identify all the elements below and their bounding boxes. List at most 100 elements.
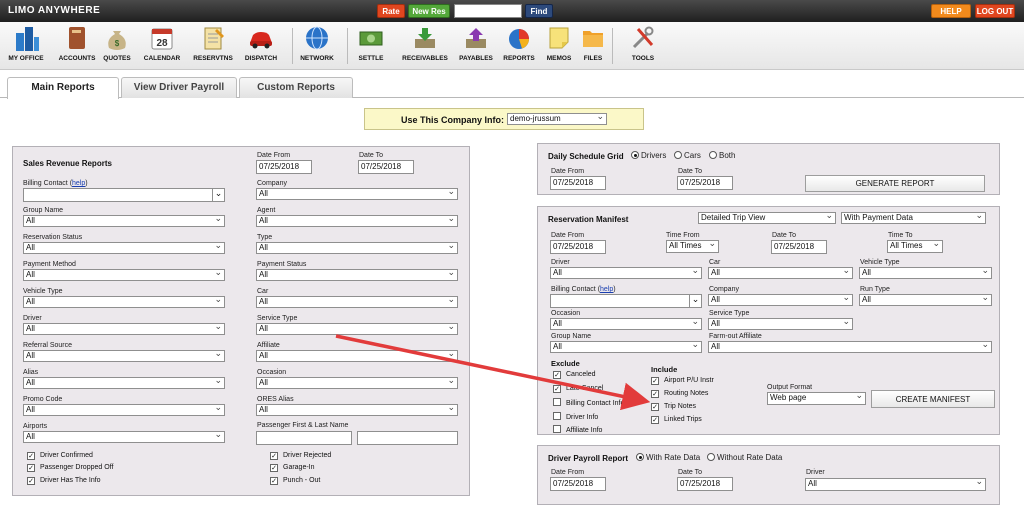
- exclude-checkbox[interactable]: Affiliate Info: [553, 425, 602, 434]
- checkbox-empty-icon[interactable]: [553, 425, 561, 433]
- sales-field-select[interactable]: All: [23, 404, 225, 416]
- quick-search-input[interactable]: [454, 4, 522, 18]
- exclude-checkbox[interactable]: ✓ Late Cancel: [553, 384, 603, 393]
- toolbar-tools-button[interactable]: TOOLS: [627, 25, 659, 67]
- manifest-time-from-select[interactable]: All Times: [666, 240, 719, 253]
- checkbox-checked-icon[interactable]: ✓: [651, 377, 659, 385]
- toolbar-network-button[interactable]: NETWORK: [298, 25, 336, 67]
- checkbox-checked-icon[interactable]: ✓: [651, 403, 659, 411]
- manifest-date-to-input[interactable]: 07/25/2018: [771, 240, 827, 254]
- daily-date-to-input[interactable]: 07/25/2018: [677, 176, 733, 190]
- help-button[interactable]: HELP: [931, 4, 971, 18]
- payroll-radio-with-rate[interactable]: With Rate Data: [636, 453, 700, 462]
- checkbox-checked-icon[interactable]: ✓: [651, 416, 659, 424]
- manifest-service-type-select[interactable]: All: [708, 318, 853, 330]
- logout-button[interactable]: LOG OUT: [975, 4, 1015, 18]
- sales-field-select[interactable]: All: [256, 188, 458, 200]
- sales-billing-contact-combo[interactable]: ⌄: [23, 188, 225, 202]
- toolbar-files-button[interactable]: FILES: [579, 25, 607, 67]
- tab-custom-reports[interactable]: Custom Reports: [239, 77, 353, 98]
- sales-field-select[interactable]: All: [23, 431, 225, 443]
- find-button[interactable]: Find: [525, 4, 553, 18]
- toolbar-payables-button[interactable]: PAYABLES: [455, 25, 497, 67]
- toolbar-calendar-button[interactable]: 28 CALENDAR: [140, 25, 184, 67]
- toolbar-reservtns-button[interactable]: RESERVTNS: [189, 25, 237, 67]
- toolbar-quotes-button[interactable]: $ QUOTES: [101, 25, 133, 67]
- checkbox-checked-icon[interactable]: ✓: [270, 452, 278, 460]
- toolbar-my-office-button[interactable]: MY OFFICE: [4, 25, 48, 67]
- manifest-time-to-select[interactable]: All Times: [887, 240, 943, 253]
- daily-date-from-input[interactable]: 07/25/2018: [550, 176, 606, 190]
- new-res-button[interactable]: New Res: [408, 4, 450, 18]
- sales-field-select[interactable]: All: [256, 269, 458, 281]
- sales-billing-help-link[interactable]: help: [72, 180, 85, 187]
- checkbox-checked-icon[interactable]: ✓: [553, 384, 561, 393]
- passenger-last-name-input[interactable]: [357, 431, 458, 445]
- sales-field-select[interactable]: All: [256, 215, 458, 227]
- sales-status-checkbox[interactable]: ✓ Punch - Out: [270, 477, 320, 485]
- exclude-checkbox[interactable]: ✓ Canceled: [553, 371, 596, 379]
- toolbar-receivables-button[interactable]: RECEIVABLES: [400, 25, 450, 67]
- company-select[interactable]: demo-jrussum: [507, 113, 607, 125]
- daily-radio-cars[interactable]: Cars: [674, 151, 701, 160]
- sales-status-checkbox[interactable]: ✓ Driver Has The Info: [27, 477, 101, 485]
- chevron-down-icon[interactable]: ⌄: [689, 295, 701, 307]
- manifest-driver-select[interactable]: All: [550, 267, 702, 279]
- include-checkbox[interactable]: ✓ Trip Notes: [651, 403, 696, 411]
- sales-date-to-input[interactable]: 07/25/2018: [358, 160, 414, 174]
- sales-field-select[interactable]: All: [256, 350, 458, 362]
- tab-main-reports[interactable]: Main Reports: [7, 77, 119, 99]
- include-checkbox[interactable]: ✓ Airport P/U Instr: [651, 377, 714, 385]
- manifest-occasion-select[interactable]: All: [550, 318, 702, 330]
- manifest-vehicle-type-select[interactable]: All: [859, 267, 992, 279]
- sales-field-select[interactable]: All: [256, 242, 458, 254]
- exclude-checkbox[interactable]: Billing Contact Info: [553, 398, 624, 407]
- create-manifest-button[interactable]: CREATE MANIFEST: [871, 390, 995, 408]
- tab-view-driver-payroll[interactable]: View Driver Payroll: [121, 77, 237, 98]
- manifest-car-select[interactable]: All: [708, 267, 853, 279]
- passenger-first-name-input[interactable]: [256, 431, 352, 445]
- checkbox-empty-icon[interactable]: [553, 411, 561, 420]
- sales-field-select[interactable]: All: [23, 323, 225, 335]
- manifest-date-from-input[interactable]: 07/25/2018: [550, 240, 606, 254]
- checkbox-checked-icon[interactable]: ✓: [553, 371, 561, 379]
- sales-status-checkbox[interactable]: ✓ Garage-In: [270, 464, 315, 472]
- manifest-group-select[interactable]: All: [550, 341, 702, 353]
- exclude-checkbox[interactable]: Driver Info: [553, 411, 598, 421]
- sales-field-select[interactable]: All: [23, 242, 225, 254]
- manifest-payment-select[interactable]: With Payment Data: [841, 212, 986, 224]
- checkbox-checked-icon[interactable]: ✓: [27, 477, 35, 485]
- daily-radio-both[interactable]: Both: [709, 151, 735, 160]
- include-checkbox[interactable]: ✓ Routing Notes: [651, 390, 708, 398]
- manifest-view-select[interactable]: Detailed Trip View: [698, 212, 836, 224]
- checkbox-checked-icon[interactable]: ✓: [27, 464, 35, 472]
- sales-status-checkbox[interactable]: ✓ Driver Rejected: [270, 452, 331, 460]
- daily-radio-drivers[interactable]: Drivers: [631, 151, 666, 160]
- sales-status-checkbox[interactable]: ✓ Passenger Dropped Off: [27, 464, 113, 472]
- checkbox-checked-icon[interactable]: ✓: [270, 464, 278, 472]
- rate-button[interactable]: Rate: [377, 4, 405, 18]
- sales-field-select[interactable]: All: [256, 377, 458, 389]
- toolbar-accounts-button[interactable]: ACCOUNTS: [57, 25, 97, 67]
- payroll-radio-without-rate[interactable]: Without Rate Data: [707, 453, 782, 462]
- manifest-company-select[interactable]: All: [708, 294, 853, 306]
- sales-status-checkbox[interactable]: ✓ Driver Confirmed: [27, 452, 93, 460]
- checkbox-empty-icon[interactable]: [553, 398, 561, 406]
- toolbar-reports-button[interactable]: REPORTS: [501, 25, 537, 67]
- toolbar-dispatch-button[interactable]: DISPATCH: [241, 25, 281, 67]
- manifest-farmout-select[interactable]: All: [708, 341, 992, 353]
- sales-field-select[interactable]: All: [23, 296, 225, 308]
- sales-field-select[interactable]: All: [256, 296, 458, 308]
- sales-field-select[interactable]: All: [23, 377, 225, 389]
- manifest-run-type-select[interactable]: All: [859, 294, 992, 306]
- sales-field-select[interactable]: All: [23, 269, 225, 281]
- sales-field-select[interactable]: All: [256, 404, 458, 416]
- payroll-driver-select[interactable]: All: [805, 478, 986, 491]
- sales-field-select[interactable]: All: [23, 215, 225, 227]
- generate-report-button[interactable]: GENERATE REPORT: [805, 175, 985, 192]
- manifest-billing-contact-combo[interactable]: ⌄: [550, 294, 702, 308]
- toolbar-settle-button[interactable]: SETTLE: [355, 25, 387, 67]
- sales-field-select[interactable]: All: [256, 323, 458, 335]
- sales-field-select[interactable]: All: [23, 350, 225, 362]
- sales-date-from-input[interactable]: 07/25/2018: [256, 160, 312, 174]
